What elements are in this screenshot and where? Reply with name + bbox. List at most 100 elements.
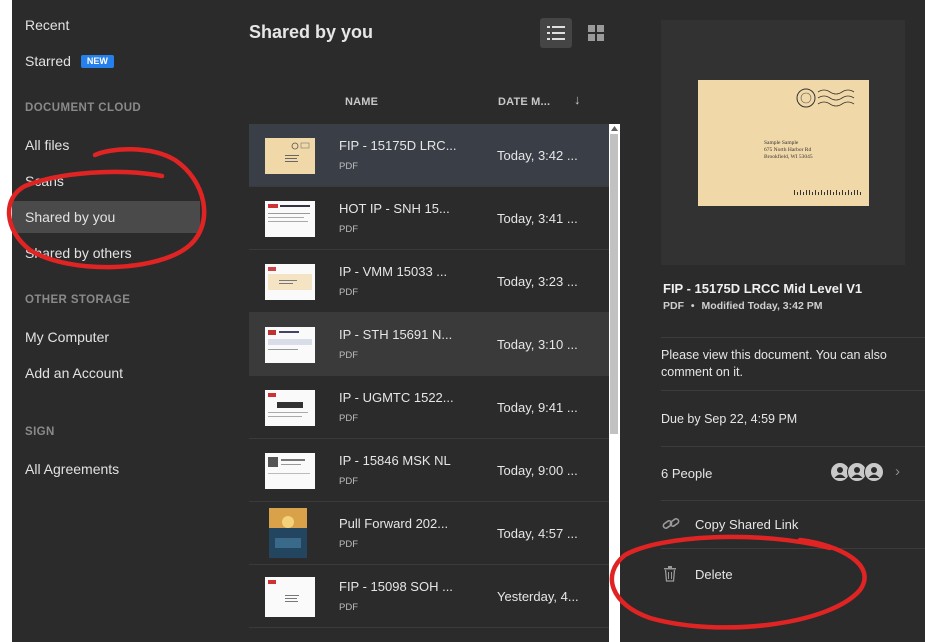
file-row[interactable]: IP - STH 15691 N... PDF Today, 3:10 ... (249, 313, 609, 376)
nav-scans[interactable]: Scans (12, 165, 200, 197)
document-title: FIP - 15175D LRCC Mid Level V1 (663, 281, 863, 296)
nav-all-agreements-label: All Agreements (25, 461, 120, 477)
section-other-storage: OTHER STORAGE (25, 294, 131, 306)
document-modified: Modified Today, 3:42 PM (701, 300, 823, 312)
file-date: Today, 3:41 ... (497, 211, 578, 226)
nav-shared-by-others-label: Shared by others (25, 245, 132, 261)
nav-add-account[interactable]: Add an Account (12, 357, 200, 389)
nav-shared-by-others[interactable]: Shared by others (12, 237, 200, 269)
file-date: Today, 3:42 ... (497, 148, 578, 163)
file-list: FIP - 15175D LRC... PDF Today, 3:42 ... … (249, 124, 609, 642)
nav-all-agreements[interactable]: All Agreements (12, 453, 200, 485)
delete-button[interactable]: Delete (661, 565, 861, 585)
file-name: IP - UGMTC 1522... (339, 390, 454, 405)
nav-starred-label: Starred (25, 53, 71, 69)
delete-label: Delete (695, 567, 733, 582)
list-view-icon (547, 26, 565, 40)
file-row[interactable]: FIP - 15098 SOH ... PDF Yesterday, 4... (249, 565, 609, 628)
file-thumbnail (265, 327, 315, 363)
file-thumbnail (269, 508, 307, 558)
grid-view-button[interactable] (580, 18, 612, 48)
file-thumbnail (265, 390, 315, 426)
file-list-pane: Shared by you NAME DATE M... ↓ FIP - 151… (230, 0, 630, 642)
document-meta: PDF • Modified Today, 3:42 PM (663, 300, 823, 312)
file-row[interactable]: FIP - 15175D LRC... PDF Today, 3:42 ... (249, 124, 609, 187)
chevron-right-icon: › (895, 463, 900, 480)
file-type: PDF (339, 224, 358, 235)
file-date: Yesterday, 4... (497, 589, 579, 604)
document-type: PDF (663, 300, 684, 312)
file-name: IP - STH 15691 N... (339, 327, 453, 342)
file-name: IP - 15846 MSK NL (339, 453, 451, 468)
section-document-cloud: DOCUMENT CLOUD (25, 102, 142, 114)
file-name: FIP - 15175D LRC... (339, 138, 457, 153)
column-date-header[interactable]: DATE M... (498, 96, 550, 108)
file-row[interactable]: IP - 15846 MSK NL PDF Today, 9:00 ... (249, 439, 609, 502)
nav-all-files-label: All files (25, 137, 70, 153)
link-icon (662, 518, 680, 529)
envelope-line-3: Brookfield, WI 53045 (764, 153, 813, 160)
file-row[interactable]: IP - UGMTC 1522... PDF Today, 9:41 ... (249, 376, 609, 439)
nav-my-computer[interactable]: My Computer (12, 321, 200, 353)
grid-view-icon (588, 25, 604, 41)
nav-shared-by-you-label: Shared by you (25, 209, 116, 225)
file-row[interactable]: HOT IP - SNH 15... PDF Today, 3:41 ... (249, 187, 609, 250)
sort-desc-icon[interactable]: ↓ (574, 92, 581, 107)
people-count: 6 People (661, 466, 713, 481)
file-type: PDF (339, 350, 358, 361)
new-badge: NEW (80, 55, 114, 68)
file-date: Today, 9:00 ... (497, 463, 578, 478)
file-name: FIP - 15098 SOH ... (339, 579, 453, 594)
copy-shared-link-label: Copy Shared Link (695, 517, 799, 532)
file-thumbnail (265, 453, 315, 489)
details-panel: Sample Sample 675 North Harbor Rd Brookf… (630, 0, 925, 642)
share-message: Please view this document. You can also … (661, 348, 887, 379)
nav-shared-by-you[interactable]: Shared by you (12, 201, 200, 233)
nav-my-computer-label: My Computer (25, 329, 110, 345)
file-row[interactable]: IP - VMM 15033 ... PDF Today, 3:23 ... (249, 250, 609, 313)
file-thumbnail (265, 138, 315, 174)
file-type: PDF (339, 413, 358, 424)
file-type: PDF (339, 476, 358, 487)
envelope-line-1: Sample Sample (764, 140, 799, 146)
column-name-header[interactable]: NAME (345, 96, 378, 108)
file-row[interactable]: Pull Forward 202... PDF Today, 4:57 ... (249, 502, 609, 565)
person-icon (864, 462, 884, 482)
file-type: PDF (339, 539, 358, 550)
list-scrollbar[interactable] (609, 124, 620, 642)
trash-icon (664, 566, 676, 582)
file-name: IP - VMM 15033 ... (339, 264, 448, 279)
divider (661, 390, 925, 391)
section-sign: SIGN (25, 426, 55, 438)
file-thumbnail (265, 264, 315, 300)
file-date: Today, 4:57 ... (497, 526, 578, 541)
meta-separator: • (690, 300, 695, 312)
scroll-up-icon[interactable] (609, 124, 620, 134)
page-title: Shared by you (249, 22, 374, 42)
document-preview[interactable]: Sample Sample 675 North Harbor Rd Brookf… (661, 20, 905, 265)
scroll-thumb[interactable] (610, 134, 618, 434)
copy-shared-link-button[interactable]: Copy Shared Link (661, 515, 861, 535)
file-date: Today, 3:10 ... (497, 337, 578, 352)
envelope-preview-image: Sample Sample 675 North Harbor Rd Brookf… (698, 80, 869, 206)
divider (661, 548, 925, 549)
file-name: HOT IP - SNH 15... (339, 201, 450, 216)
nav-add-account-label: Add an Account (25, 365, 124, 381)
nav-scans-label: Scans (25, 173, 64, 189)
file-name: Pull Forward 202... (339, 516, 449, 531)
file-date: Today, 3:23 ... (497, 274, 578, 289)
divider (661, 337, 925, 338)
file-thumbnail (265, 577, 315, 617)
file-date: Today, 9:41 ... (497, 400, 578, 415)
due-date: Due by Sep 22, 4:59 PM (661, 412, 798, 426)
file-type: PDF (339, 161, 358, 172)
list-view-button[interactable] (540, 18, 572, 48)
nav-starred[interactable]: Starred NEW (12, 45, 200, 77)
nav-recent-label: Recent (25, 17, 70, 33)
nav-recent[interactable]: Recent (12, 9, 200, 41)
envelope-line-2: 675 North Harbor Rd (764, 147, 811, 153)
nav-all-files[interactable]: All files (12, 129, 200, 161)
divider (661, 500, 925, 501)
divider (661, 446, 925, 447)
file-type: PDF (339, 602, 358, 613)
